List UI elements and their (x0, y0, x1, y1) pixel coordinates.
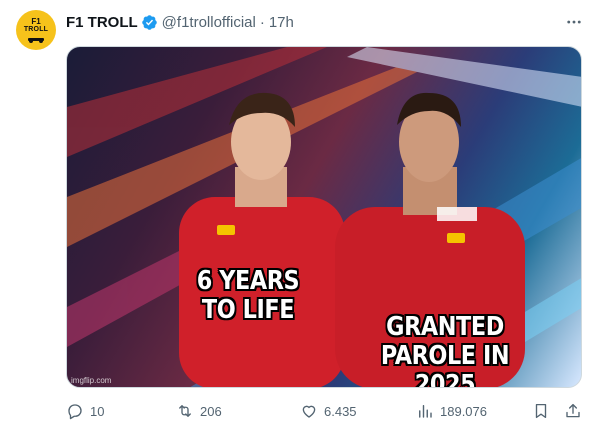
bookmark-button[interactable] (532, 401, 556, 421)
repost-button[interactable]: 206 (176, 401, 222, 421)
like-icon (302, 405, 316, 418)
reply-button[interactable]: 10 (66, 401, 104, 421)
car-icon (28, 37, 44, 43)
timestamp[interactable]: 17h (269, 14, 294, 31)
share-button[interactable] (564, 401, 588, 421)
views-icon (419, 405, 432, 418)
tweet-image[interactable]: 6 YEARS TO LIFE GRANTED PAROLE IN 2025 i… (66, 46, 582, 388)
repost-count: 206 (200, 403, 222, 419)
share-icon (566, 403, 580, 418)
avatar-line1: F1 (31, 16, 41, 26)
author-name[interactable]: F1 TROLL (66, 14, 138, 31)
like-button[interactable]: 6.435 (300, 401, 357, 421)
separator-dot: · (259, 13, 265, 31)
meme-caption-right: GRANTED PAROLE IN 2025 (380, 312, 510, 388)
like-count: 6.435 (324, 403, 357, 419)
avatar-line2: TROLL (23, 25, 49, 33)
bookmark-icon (535, 403, 547, 419)
action-bar: 10 206 6.435 189.076 (66, 401, 586, 421)
view-count: 189.076 (440, 403, 487, 419)
author-handle[interactable]: @f1trollofficial (162, 14, 256, 31)
reply-icon (68, 404, 82, 420)
repost-icon (179, 405, 191, 417)
watermark: imgflip.com (71, 376, 112, 385)
tweet: F1 TROLL F1 TROLL @f1trollofficial · 17h (0, 0, 598, 433)
tweet-header: F1 TROLL @f1trollofficial · 17h (66, 12, 294, 32)
verified-badge-icon (141, 14, 158, 31)
meme-caption-left: 6 YEARS TO LIFE (196, 266, 300, 325)
views-button[interactable]: 189.076 (416, 401, 487, 421)
left-driver (179, 92, 345, 387)
more-icon[interactable] (564, 12, 584, 32)
reply-count: 10 (90, 403, 105, 419)
avatar[interactable]: F1 TROLL (16, 10, 56, 50)
